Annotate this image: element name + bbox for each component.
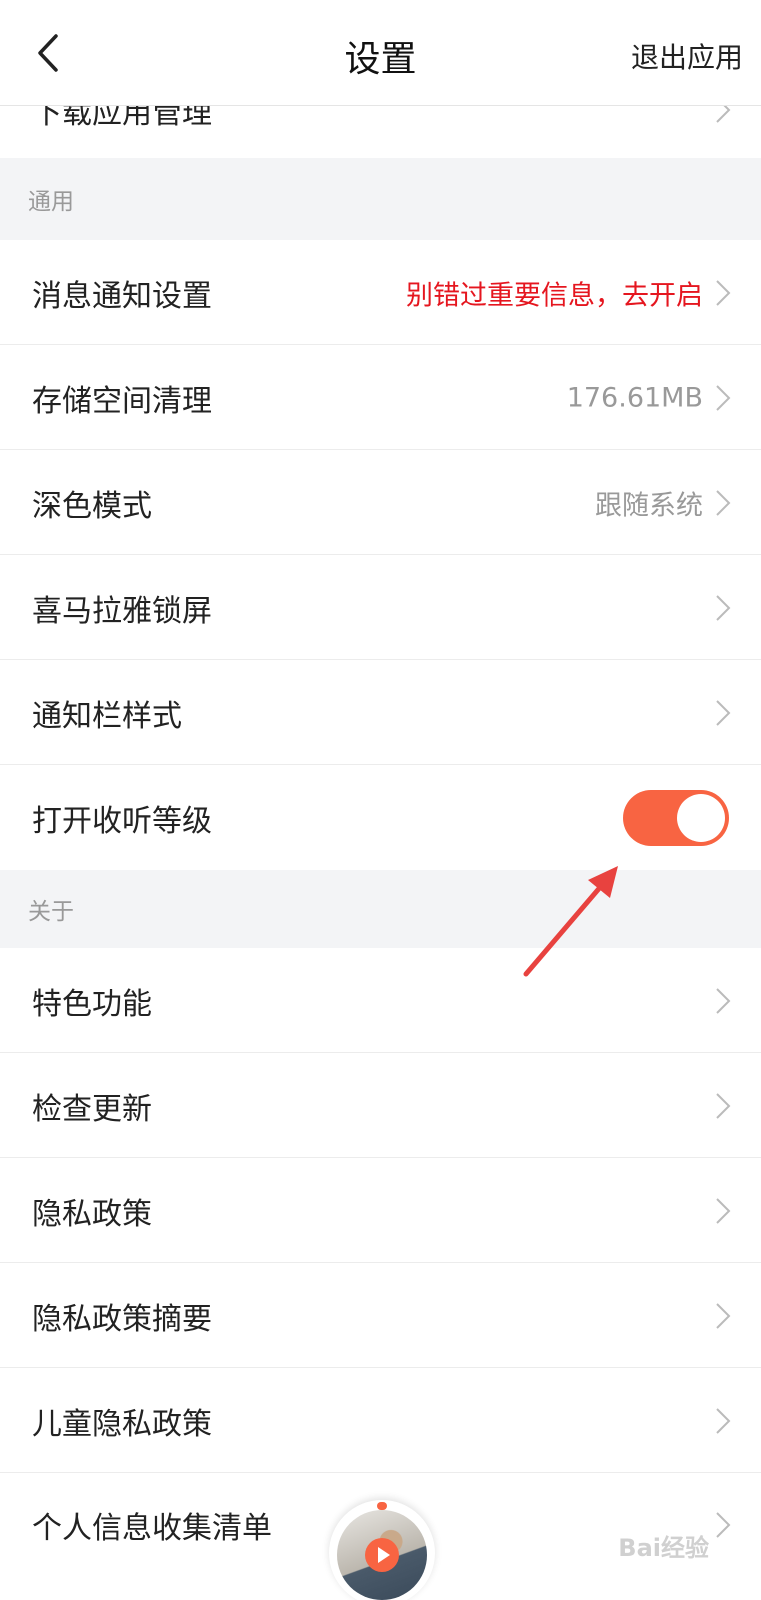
privacy-policy-row[interactable]: 隐私政策 bbox=[0, 1158, 761, 1263]
notification-bar-style-row[interactable]: 通知栏样式 bbox=[0, 660, 761, 765]
chevron-right-icon bbox=[716, 1512, 731, 1538]
chevron-right-icon bbox=[716, 594, 731, 621]
chevron-right-icon bbox=[716, 384, 731, 411]
chevron-right-icon bbox=[716, 1197, 731, 1224]
play-icon bbox=[365, 1538, 399, 1572]
section-general-header: 通用 bbox=[0, 158, 761, 240]
lock-screen-row[interactable]: 喜马拉雅锁屏 bbox=[0, 555, 761, 660]
section-title: 关于 bbox=[28, 899, 74, 925]
watermark: Bai经验 bbox=[618, 1534, 709, 1562]
listening-level-row: 打开收听等级 bbox=[0, 765, 761, 870]
listening-level-toggle[interactable] bbox=[623, 789, 729, 846]
children-privacy-row[interactable]: 儿童隐私政策 bbox=[0, 1368, 761, 1473]
chevron-right-icon bbox=[716, 279, 731, 306]
mini-player-button[interactable] bbox=[329, 1500, 435, 1600]
row-label: 喜马拉雅锁屏 bbox=[32, 593, 212, 629]
player-indicator-dot bbox=[377, 1502, 387, 1510]
chevron-right-icon bbox=[716, 489, 731, 516]
section-title: 通用 bbox=[28, 189, 74, 215]
notification-settings-row[interactable]: 消息通知设置 别错过重要信息，去开启 bbox=[0, 240, 761, 345]
storage-cleanup-row[interactable]: 存储空间清理 176.61MB bbox=[0, 345, 761, 450]
chevron-right-icon bbox=[716, 1092, 731, 1119]
storage-size-value: 176.61MB bbox=[566, 382, 703, 413]
row-label: 深色模式 bbox=[32, 488, 152, 524]
row-label: 特色功能 bbox=[32, 986, 152, 1022]
chevron-right-icon bbox=[716, 987, 731, 1014]
chevron-right-icon bbox=[716, 1302, 731, 1329]
row-label: 检查更新 bbox=[32, 1091, 152, 1127]
toggle-knob bbox=[677, 793, 725, 842]
annotation-arrow-icon bbox=[523, 866, 618, 977]
chevron-right-icon bbox=[716, 699, 731, 726]
row-label: 个人信息收集清单 bbox=[32, 1511, 272, 1546]
row-label: 儿童隐私政策 bbox=[32, 1406, 212, 1442]
featured-functions-row[interactable]: 特色功能 bbox=[0, 948, 761, 1053]
notification-prompt-text: 别错过重要信息，去开启 bbox=[406, 280, 703, 311]
row-label: 打开收听等级 bbox=[32, 803, 212, 839]
row-label: 存储空间清理 bbox=[32, 383, 212, 419]
row-label: 隐私政策摘要 bbox=[32, 1301, 212, 1337]
chevron-right-icon bbox=[716, 1407, 731, 1434]
exit-app-button[interactable]: 退出应用 bbox=[631, 36, 743, 76]
row-label: 消息通知设置 bbox=[32, 278, 212, 314]
privacy-summary-row[interactable]: 隐私政策摘要 bbox=[0, 1263, 761, 1368]
top-navigation-bar: 设置 退出应用 bbox=[0, 0, 761, 106]
row-label: 通知栏样式 bbox=[32, 698, 182, 734]
dark-mode-value: 跟随系统 bbox=[595, 490, 703, 521]
section-about-header: 关于 bbox=[0, 870, 761, 948]
check-update-row[interactable]: 检查更新 bbox=[0, 1053, 761, 1158]
row-label: 隐私政策 bbox=[32, 1196, 152, 1232]
dark-mode-row[interactable]: 深色模式 跟随系统 bbox=[0, 450, 761, 555]
